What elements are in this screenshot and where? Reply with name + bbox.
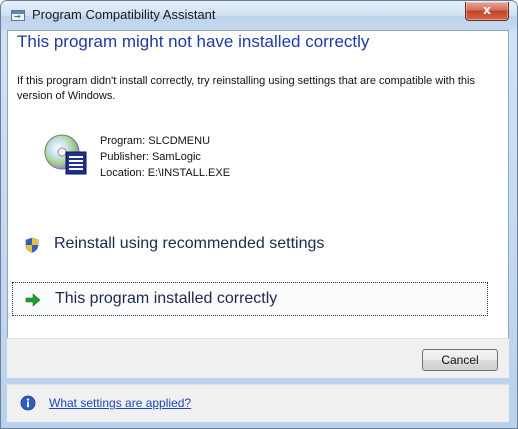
info-icon — [20, 395, 36, 411]
installed-correctly-label: This program installed correctly — [55, 290, 278, 307]
reinstall-recommended-option[interactable]: Reinstall using recommended settings — [12, 228, 488, 262]
program-cd-icon — [44, 134, 87, 175]
window-title: Program Compatibility Assistant — [32, 7, 216, 22]
publisher-name: Publisher: SamLogic — [100, 151, 201, 163]
settings-applied-link[interactable]: What settings are applied? — [49, 396, 191, 410]
reinstall-option-label: Reinstall using recommended settings — [54, 235, 325, 252]
program-location: Location: E:\INSTALL.EXE — [100, 167, 231, 179]
installed-correctly-option[interactable]: This program installed correctly — [12, 282, 488, 316]
cancel-button[interactable]: Cancel — [422, 349, 498, 371]
close-button[interactable]: x — [465, 2, 509, 21]
app-window-icon: → — [11, 10, 25, 21]
main-heading: This program might not have installed co… — [17, 32, 370, 51]
button-footer: Cancel — [7, 338, 509, 378]
description-text: If this program didn't install correctly… — [17, 75, 475, 102]
help-bar: What settings are applied? — [7, 384, 509, 422]
shield-icon — [25, 237, 39, 253]
program-name: Program: SLCDMENU — [100, 135, 211, 147]
title-bar[interactable]: → Program Compatibility Assistant x — [1, 1, 517, 31]
green-arrow-icon — [25, 293, 41, 307]
